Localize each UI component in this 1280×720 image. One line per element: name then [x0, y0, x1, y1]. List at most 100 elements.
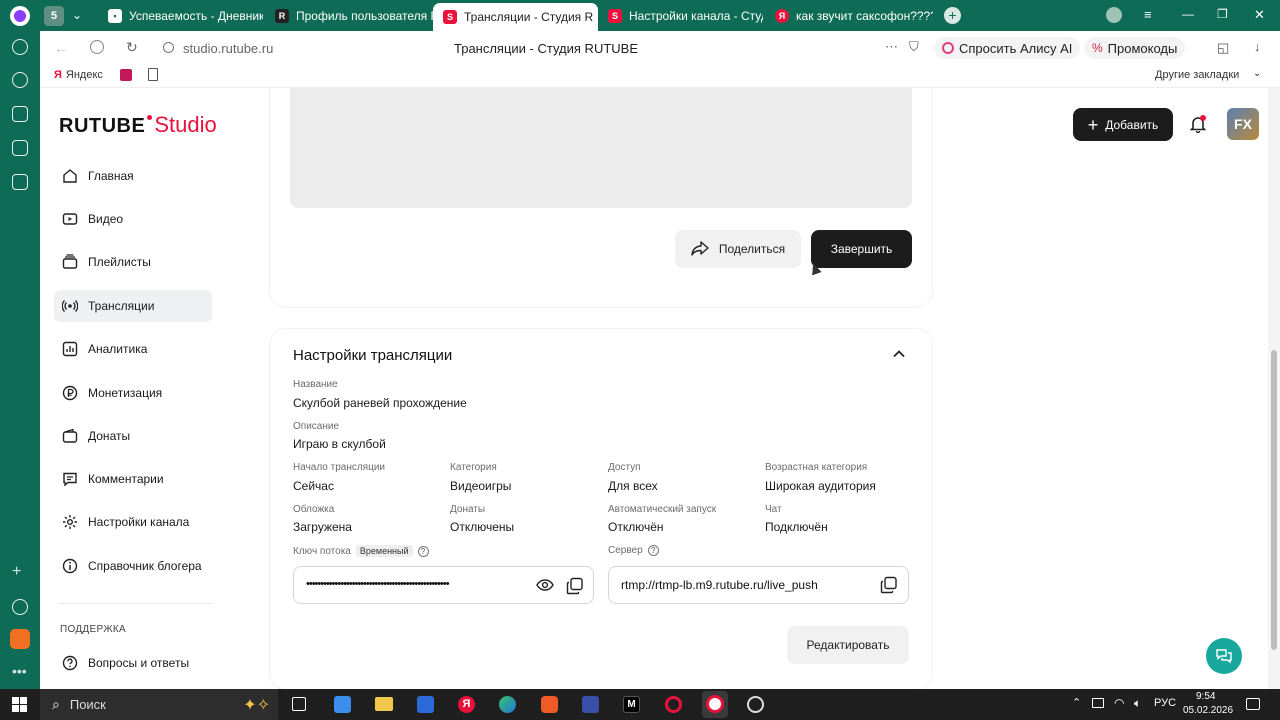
eye-icon[interactable]	[536, 577, 554, 593]
sidebar-item-home[interactable]: Главная	[54, 160, 212, 192]
tab-profile[interactable]: R Профиль пользователя R	[265, 0, 433, 31]
obs-app-icon[interactable]	[747, 696, 764, 713]
brave-app-icon[interactable]	[541, 696, 558, 713]
share-button[interactable]: Поделиться	[675, 230, 801, 268]
stream-key-field[interactable]: ••••••••••••••••••••••••••••••••••••••••…	[293, 566, 594, 604]
url-text[interactable]: studio.rutube.ru	[183, 41, 273, 56]
tab-channel-settings[interactable]: S Настройки канала - Студ	[598, 0, 763, 31]
bookmark-doc-icon[interactable]	[148, 68, 158, 81]
comment-icon	[63, 472, 77, 487]
task-view-icon[interactable]	[292, 697, 306, 711]
back-icon[interactable]: ←	[54, 40, 68, 56]
bookmark-yandex[interactable]: Я Яндекс	[54, 69, 103, 81]
tab-translations[interactable]: S Трансляции - Студия R ✕	[433, 3, 598, 31]
app-9-icon[interactable]	[12, 106, 28, 122]
downloads-icon[interactable]: ↓	[1254, 39, 1261, 54]
sidebar-item-channel-settings[interactable]: Настройки канала	[54, 506, 212, 538]
sidebar-item-donates[interactable]: Донаты	[54, 420, 212, 452]
taskbar-search[interactable]: ⌕ Поиск ✦✧	[40, 689, 278, 720]
playlist-icon	[62, 254, 78, 269]
file-explorer-icon[interactable]	[375, 697, 393, 711]
outlook-app-icon[interactable]	[417, 696, 434, 713]
edit-button[interactable]: Редактировать	[787, 626, 909, 664]
wifi-icon[interactable]: ◠	[1114, 696, 1124, 710]
diary-favicon-icon: ▪	[108, 8, 122, 23]
server-help-icon[interactable]: ?	[647, 545, 659, 556]
notifications-center-icon[interactable]	[1246, 698, 1260, 710]
category-value: Видеоигры	[450, 479, 512, 493]
avatar[interactable]: FX	[1227, 108, 1259, 140]
studio-favicon-icon: S	[608, 8, 622, 23]
plus-icon: +	[1087, 114, 1099, 135]
history-icon[interactable]	[12, 39, 28, 55]
sidebar-item-label: Вопросы и ответы	[88, 656, 190, 670]
promo-button[interactable]: % Промокоды	[1084, 37, 1186, 59]
tray-chevron-icon[interactable]: ⌃	[1072, 696, 1081, 709]
copy-server-icon[interactable]	[880, 576, 898, 594]
new-tab-plus-icon[interactable]: +	[944, 7, 961, 24]
language-indicator[interactable]: РУС	[1154, 697, 1176, 709]
tab-label: Профиль пользователя R	[296, 8, 433, 23]
rutube-studio-logo[interactable]: RUTUBE Studio	[59, 112, 217, 138]
store-app-icon[interactable]	[334, 696, 351, 713]
bookmark-icon[interactable]: ⛉	[909, 39, 919, 55]
help-chat-button[interactable]	[1206, 638, 1242, 674]
shield-app-icon[interactable]	[582, 696, 599, 713]
add-button[interactable]: + Добавить	[1073, 108, 1173, 141]
screenshot-icon[interactable]	[12, 174, 28, 190]
page-scrollbar[interactable]	[1268, 88, 1280, 689]
sidebar-item-blogger-guide[interactable]: Справочник блогера	[54, 550, 212, 582]
yandex-browser-active-tab[interactable]	[702, 691, 728, 718]
profile-icon[interactable]	[1106, 7, 1122, 23]
collapse-chevron-icon[interactable]	[892, 347, 906, 361]
tab-group-counter[interactable]: 5	[44, 6, 64, 26]
finish-button[interactable]: Завершить	[811, 230, 912, 268]
protect-icon[interactable]	[90, 40, 104, 54]
sidebar-item-video[interactable]: Видео	[54, 203, 212, 235]
start-value: Сейчас	[293, 479, 334, 493]
browser-menu-icon[interactable]	[10, 6, 30, 26]
sidebar-item-translations[interactable]: Трансляции	[54, 290, 212, 322]
notes-icon[interactable]	[12, 140, 28, 156]
sidebar-item-analytics[interactable]: Аналитика	[54, 333, 212, 365]
notification-bell-icon[interactable]	[1189, 115, 1207, 134]
sidebar-item-comments[interactable]: Комментарии	[54, 463, 212, 495]
yandex-app-icon[interactable]: Я	[458, 696, 475, 713]
copy-key-icon[interactable]	[566, 577, 583, 595]
edge-app-icon[interactable]	[499, 696, 516, 713]
donates-label: Донаты	[450, 504, 486, 515]
reload-icon[interactable]: ↻	[126, 39, 138, 56]
clock-time[interactable]: 9:54	[1196, 691, 1215, 702]
windows-start-icon[interactable]	[12, 697, 27, 712]
server-field[interactable]: rtmp://rtmp-lb.m9.rutube.ru/live_push	[608, 566, 909, 604]
alice-button[interactable]: Спросить Алису AI	[934, 37, 1081, 59]
tab-list-chevron-icon[interactable]: ⌄	[72, 8, 82, 22]
sidebar-item-monetization[interactable]: Монетизация	[54, 377, 212, 409]
close-window-icon[interactable]: ✕	[1254, 7, 1265, 23]
tab-saxophone[interactable]: Я как звучит саксофон????	[765, 0, 933, 31]
tab-uspevaemost[interactable]: ▪ Успеваемость - Дневник	[98, 0, 263, 31]
bookmark-app-icon[interactable]	[120, 69, 132, 81]
maximize-icon[interactable]: ❐	[1217, 7, 1228, 21]
media-icon[interactable]	[12, 72, 28, 88]
rutube-favicon-icon: R	[275, 8, 289, 23]
capcut-app-icon[interactable]: M	[623, 696, 640, 713]
add-panel-icon[interactable]: +	[12, 563, 21, 581]
other-bookmarks[interactable]: Другие закладки	[1155, 69, 1239, 81]
key-help-icon[interactable]: ?	[417, 545, 429, 557]
battery-icon[interactable]	[1092, 698, 1104, 708]
clock-date[interactable]: 05.02.2026	[1183, 705, 1233, 716]
site-info-icon[interactable]	[163, 42, 174, 53]
more-icon[interactable]: •••	[12, 663, 27, 679]
sidebar-item-playlists[interactable]: Плейлисты	[54, 246, 212, 278]
more-actions-icon[interactable]: ⋯	[885, 39, 899, 55]
sidebar-item-faq[interactable]: Вопросы и ответы	[54, 647, 212, 679]
mail-app-icon[interactable]	[10, 629, 30, 649]
volume-icon[interactable]: 🔈︎	[1134, 696, 1141, 711]
scrollbar-thumb[interactable]	[1271, 350, 1277, 650]
collections-icon[interactable]: ◱	[1217, 40, 1229, 56]
opera-app-icon[interactable]	[665, 696, 682, 713]
alice-icon[interactable]	[12, 599, 28, 615]
menu-icon[interactable]: ≡	[1144, 7, 1152, 22]
minimize-icon[interactable]: —	[1182, 7, 1194, 21]
